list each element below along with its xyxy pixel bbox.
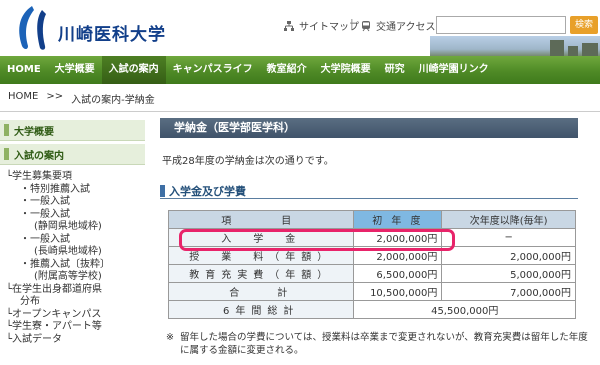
table-row: 教育充実費（年額） 6,500,000円 5,000,000円 (167, 264, 576, 283)
row-later-value: 2,000,000円 (441, 246, 576, 265)
sidebar-bullet (4, 124, 9, 136)
sidebar-item-recruitment[interactable]: └学生募集要項 (0, 171, 145, 184)
sidebar-list: └学生募集要項 ・特別推薦入試 ・一般入試 ・一般入試 (静岡県地域枠) ・一般… (0, 165, 145, 346)
sidebar-bullet (4, 148, 9, 160)
util-separator: | (350, 17, 354, 30)
row-first-value: 10,500,000円 (353, 282, 443, 301)
row-item: 教育充実費（年額） (167, 264, 355, 283)
sidebar-item-special-recommendation[interactable]: ・特別推薦入試 (0, 184, 145, 197)
sidebar-head-label: 入試の案内 (14, 150, 64, 162)
sidebar-item-general-exam-shizuoka[interactable]: ・一般入試 (0, 209, 145, 222)
sidebar-item-general-exam-nagasaki[interactable]: ・一般入試 (0, 234, 145, 247)
table-total-row: 6年間総計 45,500,000円 (167, 300, 576, 319)
sitemap-icon (284, 20, 294, 31)
section-title: 入学金及び学費 (169, 184, 246, 198)
row-later-value: 7,000,000円 (441, 282, 576, 301)
access-link[interactable]: 交通アクセス (360, 18, 436, 33)
breadcrumb: HOME >> 入試の案内-学納金 (8, 91, 155, 106)
university-logo-icon[interactable] (10, 4, 50, 52)
main-content: 学納金（医学部医学科） 平成28年度の学納金は次の通りです。 入学金及び学費 項… (160, 114, 600, 319)
breadcrumb-divider (0, 111, 600, 112)
site-title[interactable]: 川崎医科大学 (58, 20, 166, 45)
campus-photo (430, 36, 600, 58)
highlight-annotation (179, 229, 455, 251)
table-header-row: 項 目 初 年 度 次年度以降(毎年) (167, 210, 576, 229)
global-nav: HOME 大学概要 入試の案内 キャンパスライフ 教室紹介 大学院概要 研究 川… (0, 56, 600, 84)
sidebar-item-shizuoka-quota[interactable]: (静岡県地域枠) (0, 221, 145, 234)
nav-gakuen-links[interactable]: 川崎学園リンク (412, 56, 496, 84)
sidebar-head-about[interactable]: 大学概要 (0, 120, 145, 141)
nav-graduate-school[interactable]: 大学院概要 (314, 56, 378, 84)
site-header: 川崎医科大学 サイトマップ | 交通アクセス 検索 (0, 0, 600, 58)
row-later-value: 5,000,000円 (441, 264, 576, 283)
train-icon (362, 20, 370, 31)
nav-departments[interactable]: 教室紹介 (260, 56, 314, 84)
section-heading: 入学金及び学費 (160, 183, 578, 199)
sidebar-head-admissions[interactable]: 入試の案内 (0, 144, 145, 165)
sidebar-item-distribution[interactable]: 分布 (0, 296, 145, 309)
header-later-years: 次年度以降(毎年) (441, 210, 576, 229)
sitemap-link[interactable]: サイトマップ (283, 18, 359, 33)
row-later-value: − (441, 228, 576, 247)
search-button[interactable]: 検索 (570, 16, 598, 34)
search-input[interactable] (436, 16, 566, 34)
sidebar-item-general-exam[interactable]: ・一般入試 (0, 196, 145, 209)
nav-campus-life[interactable]: キャンパスライフ (166, 56, 260, 84)
total-row-item: 6年間総計 (167, 300, 355, 319)
breadcrumb-current: 入試の案内-学納金 (71, 95, 155, 106)
footnote-mark: ※ (166, 332, 174, 343)
total-row-value: 45,500,000円 (353, 300, 576, 319)
footnote-text: 留年した場合の学費については、授業料は卒業まで変更されないが、教育充実費は留年し… (179, 332, 588, 356)
page-title: 学納金（医学部医学科） (160, 118, 578, 138)
nav-home[interactable]: HOME (0, 56, 48, 84)
row-first-value: 6,500,000円 (353, 264, 443, 283)
sidebar-item-affiliated-high-school[interactable]: (附属高等学校) (0, 271, 145, 284)
sidebar-item-prefecture-distribution[interactable]: └在学生出身都道府県 (0, 284, 145, 297)
sidebar-item-nagasaki-quota[interactable]: (長崎県地域枠) (0, 246, 145, 259)
sidebar-item-open-campus[interactable]: └オープンキャンパス (0, 309, 145, 322)
sidebar-item-recommendation-excerpt[interactable]: ・推薦入試〔抜粋〕 (0, 259, 145, 272)
breadcrumb-home[interactable]: HOME (8, 91, 38, 106)
sidebar-head-label: 大学概要 (14, 126, 54, 138)
header-item: 項 目 (167, 210, 355, 229)
sidebar-item-dormitory[interactable]: └学生寮・アパート等 (0, 321, 145, 334)
breadcrumb-separator: >> (46, 91, 64, 102)
sidebar-item-exam-data[interactable]: └入試データ (0, 334, 145, 347)
sidebar: 大学概要 入試の案内 └学生募集要項 ・特別推薦入試 ・一般入試 ・一般入試 (… (0, 120, 145, 365)
fee-table: 項 目 初 年 度 次年度以降(毎年) 入 学 金 2,000,000円 − 授… (167, 210, 576, 319)
nav-about[interactable]: 大学概要 (48, 56, 102, 84)
nav-admissions[interactable]: 入試の案内 (101, 56, 166, 84)
section-bullet (160, 184, 165, 197)
footnote: ※ 留年した場合の学費については、授業料は卒業まで変更されないが、教育充実費は留… (166, 331, 596, 357)
row-item: 合 計 (167, 282, 355, 301)
intro-text: 平成28年度の学納金は次の通りです。 (162, 156, 334, 167)
nav-research[interactable]: 研究 (378, 56, 412, 84)
table-row: 合 計 10,500,000円 7,000,000円 (167, 282, 576, 301)
header-first-year: 初 年 度 (353, 210, 443, 229)
access-label: 交通アクセス (376, 22, 436, 33)
